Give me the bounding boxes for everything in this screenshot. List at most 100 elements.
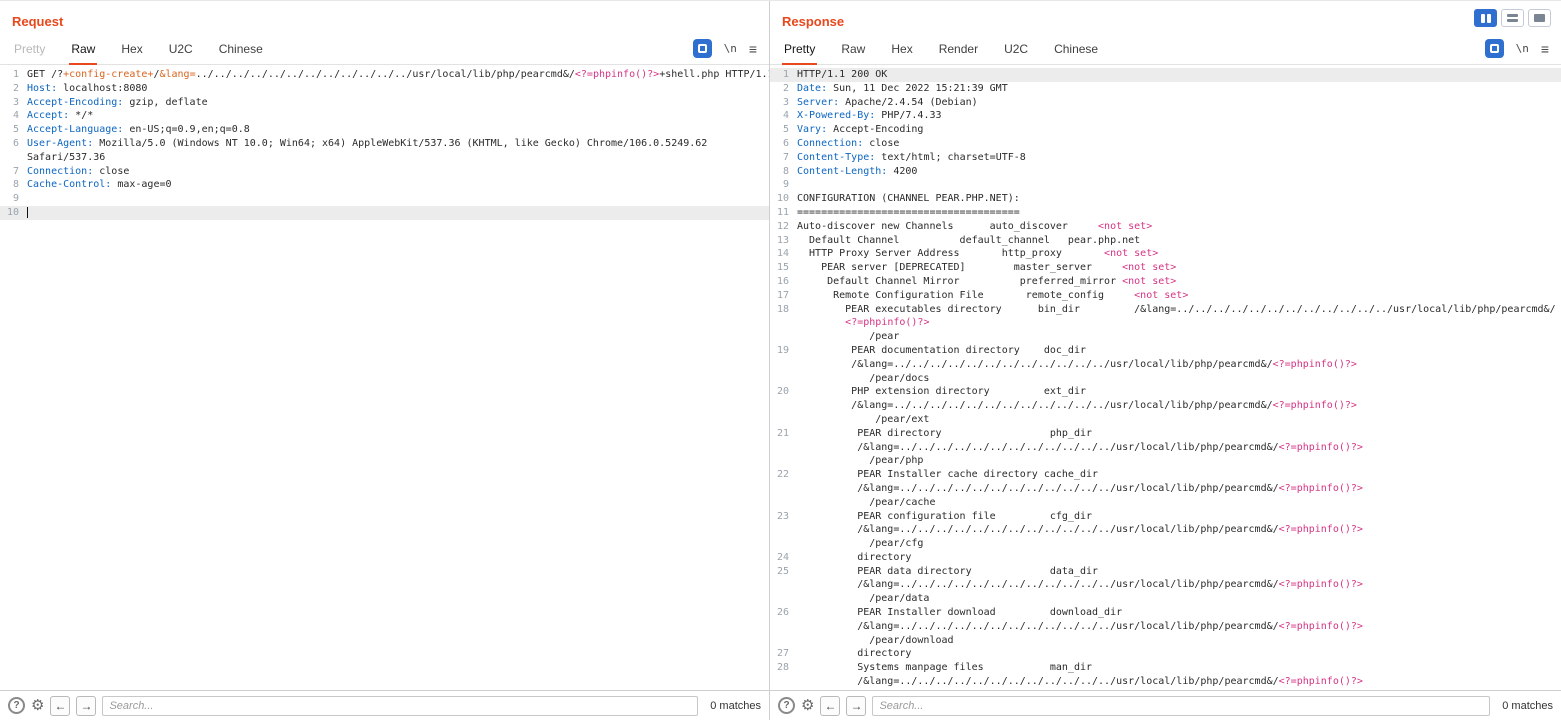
- editor-line[interactable]: /&lang=../../../../../../../../../../../…: [770, 441, 1561, 455]
- editor-line[interactable]: 14 HTTP Proxy Server Address http_proxy …: [770, 247, 1561, 261]
- line-content[interactable]: /pear/cfg: [797, 537, 1561, 551]
- editor-line[interactable]: 10: [0, 206, 769, 220]
- editor-line[interactable]: 9: [770, 178, 1561, 192]
- editor-line[interactable]: 23 PEAR configuration file cfg_dir: [770, 510, 1561, 524]
- line-content[interactable]: PEAR directory php_dir: [797, 427, 1561, 441]
- request-search-input[interactable]: [102, 696, 698, 716]
- line-content[interactable]: PHP extension directory ext_dir: [797, 385, 1561, 399]
- editor-line[interactable]: /&lang=../../../../../../../../../../../…: [770, 578, 1561, 592]
- line-content[interactable]: /&lang=../../../../../../../../../../../…: [797, 523, 1561, 537]
- layout-stacked-button[interactable]: [1501, 9, 1524, 27]
- editor-line[interactable]: 9: [0, 192, 769, 206]
- editor-line[interactable]: /pear/ext: [770, 413, 1561, 427]
- editor-line[interactable]: 5Vary: Accept-Encoding: [770, 123, 1561, 137]
- response-tab-raw[interactable]: Raw: [839, 34, 867, 65]
- editor-line[interactable]: /pear/cache: [770, 496, 1561, 510]
- line-content[interactable]: Server: Apache/2.4.54 (Debian): [797, 96, 1561, 110]
- search-help-icon[interactable]: ?: [778, 697, 795, 714]
- request-tab-pretty[interactable]: Pretty: [12, 34, 47, 65]
- editor-line[interactable]: 16 Default Channel Mirror preferred_mirr…: [770, 275, 1561, 289]
- editor-settings-icon[interactable]: [693, 39, 712, 58]
- search-prev-button[interactable]: ←: [820, 696, 840, 716]
- line-content[interactable]: Content-Length: 4200: [797, 165, 1561, 179]
- editor-line[interactable]: 26 PEAR Installer download download_dir: [770, 606, 1561, 620]
- line-content[interactable]: PEAR configuration file cfg_dir: [797, 510, 1561, 524]
- editor-line[interactable]: 8Cache-Control: max-age=0: [0, 178, 769, 192]
- search-next-button[interactable]: →: [76, 696, 96, 716]
- line-content[interactable]: Default Channel default_channel pear.php…: [797, 234, 1561, 248]
- response-tab-chinese[interactable]: Chinese: [1052, 34, 1100, 65]
- nonprinting-chars-toggle-icon[interactable]: \n: [724, 42, 737, 55]
- line-content[interactable]: [27, 206, 769, 220]
- editor-line[interactable]: /pear/data: [770, 592, 1561, 606]
- line-content[interactable]: Remote Configuration File remote_config …: [797, 289, 1561, 303]
- line-content[interactable]: PEAR data directory data_dir: [797, 565, 1561, 579]
- editor-line[interactable]: 28 Systems manpage files man_dir: [770, 661, 1561, 675]
- line-content[interactable]: <?=phpinfo()?>: [797, 316, 1561, 330]
- line-content[interactable]: Accept-Language: en-US;q=0.9,en;q=0.8: [27, 123, 769, 137]
- editor-line[interactable]: 11=====================================: [770, 206, 1561, 220]
- editor-line[interactable]: 2Date: Sun, 11 Dec 2022 15:21:39 GMT: [770, 82, 1561, 96]
- layout-single-button[interactable]: [1528, 9, 1551, 27]
- search-help-icon[interactable]: ?: [8, 697, 25, 714]
- editor-line[interactable]: /pear/download: [770, 634, 1561, 648]
- line-content[interactable]: Content-Type: text/html; charset=UTF-8: [797, 151, 1561, 165]
- request-tab-raw[interactable]: Raw: [69, 34, 97, 65]
- line-content[interactable]: Date: Sun, 11 Dec 2022 15:21:39 GMT: [797, 82, 1561, 96]
- response-search-input[interactable]: [872, 696, 1490, 716]
- nonprinting-chars-toggle-icon[interactable]: \n: [1516, 42, 1529, 55]
- line-content[interactable]: Safari/537.36: [27, 151, 769, 165]
- editor-line[interactable]: 12Auto-discover new Channels auto_discov…: [770, 220, 1561, 234]
- editor-line[interactable]: /&lang=../../../../../../../../../../../…: [770, 358, 1561, 372]
- editor-line[interactable]: Safari/537.36: [0, 151, 769, 165]
- editor-menu-icon[interactable]: ≡: [749, 41, 757, 57]
- editor-line[interactable]: 10CONFIGURATION (CHANNEL PEAR.PHP.NET):: [770, 192, 1561, 206]
- line-content[interactable]: Default Channel Mirror preferred_mirror …: [797, 275, 1561, 289]
- line-content[interactable]: /&lang=../../../../../../../../../../../…: [797, 578, 1561, 592]
- response-tab-u2c[interactable]: U2C: [1002, 34, 1030, 65]
- editor-line[interactable]: 22 PEAR Installer cache directory cache_…: [770, 468, 1561, 482]
- editor-line[interactable]: 15 PEAR server [DEPRECATED] master_serve…: [770, 261, 1561, 275]
- editor-line[interactable]: /&lang=../../../../../../../../../../../…: [770, 482, 1561, 496]
- editor-line[interactable]: 7Connection: close: [0, 165, 769, 179]
- response-tab-render[interactable]: Render: [937, 34, 980, 65]
- editor-line[interactable]: <?=phpinfo()?>: [770, 316, 1561, 330]
- editor-settings-icon[interactable]: [1485, 39, 1504, 58]
- editor-line[interactable]: 3Accept-Encoding: gzip, deflate: [0, 96, 769, 110]
- editor-line[interactable]: 19 PEAR documentation directory doc_dir: [770, 344, 1561, 358]
- request-tab-hex[interactable]: Hex: [119, 34, 144, 65]
- line-content[interactable]: Cache-Control: max-age=0: [27, 178, 769, 192]
- editor-line[interactable]: 21 PEAR directory php_dir: [770, 427, 1561, 441]
- line-content[interactable]: /pear/docs: [797, 372, 1561, 386]
- editor-line[interactable]: 6Connection: close: [770, 137, 1561, 151]
- line-content[interactable]: GET /?+config-create+/&lang=../../../../…: [27, 68, 769, 82]
- line-content[interactable]: [27, 192, 769, 206]
- line-content[interactable]: PEAR Installer cache directory cache_dir: [797, 468, 1561, 482]
- editor-line[interactable]: 2Host: localhost:8080: [0, 82, 769, 96]
- editor-line[interactable]: /&lang=../../../../../../../../../../../…: [770, 399, 1561, 413]
- line-content[interactable]: X-Powered-By: PHP/7.4.33: [797, 109, 1561, 123]
- line-content[interactable]: [797, 178, 1561, 192]
- line-content[interactable]: /&lang=../../../../../../../../../../../…: [797, 441, 1561, 455]
- response-tab-hex[interactable]: Hex: [889, 34, 914, 65]
- line-content[interactable]: /pear/data: [797, 592, 1561, 606]
- line-content[interactable]: /pear/cache: [797, 496, 1561, 510]
- editor-menu-icon[interactable]: ≡: [1541, 41, 1549, 57]
- search-prev-button[interactable]: ←: [50, 696, 70, 716]
- request-tab-chinese[interactable]: Chinese: [217, 34, 265, 65]
- request-tab-u2c[interactable]: U2C: [167, 34, 195, 65]
- line-content[interactable]: CONFIGURATION (CHANNEL PEAR.PHP.NET):: [797, 192, 1561, 206]
- editor-line[interactable]: /&lang=../../../../../../../../../../../…: [770, 675, 1561, 689]
- editor-line[interactable]: 1HTTP/1.1 200 OK: [770, 68, 1561, 82]
- line-content[interactable]: Connection: close: [27, 165, 769, 179]
- line-content[interactable]: Vary: Accept-Encoding: [797, 123, 1561, 137]
- editor-line[interactable]: /pear: [770, 330, 1561, 344]
- editor-line[interactable]: 6User-Agent: Mozilla/5.0 (Windows NT 10.…: [0, 137, 769, 151]
- line-content[interactable]: =====================================: [797, 206, 1561, 220]
- line-content[interactable]: Systems manpage files man_dir: [797, 661, 1561, 675]
- editor-line[interactable]: 24 directory: [770, 551, 1561, 565]
- line-content[interactable]: /pear/download: [797, 634, 1561, 648]
- search-settings-icon[interactable]: ⚙: [801, 698, 814, 713]
- editor-line[interactable]: 4X-Powered-By: PHP/7.4.33: [770, 109, 1561, 123]
- editor-line[interactable]: 3Server: Apache/2.4.54 (Debian): [770, 96, 1561, 110]
